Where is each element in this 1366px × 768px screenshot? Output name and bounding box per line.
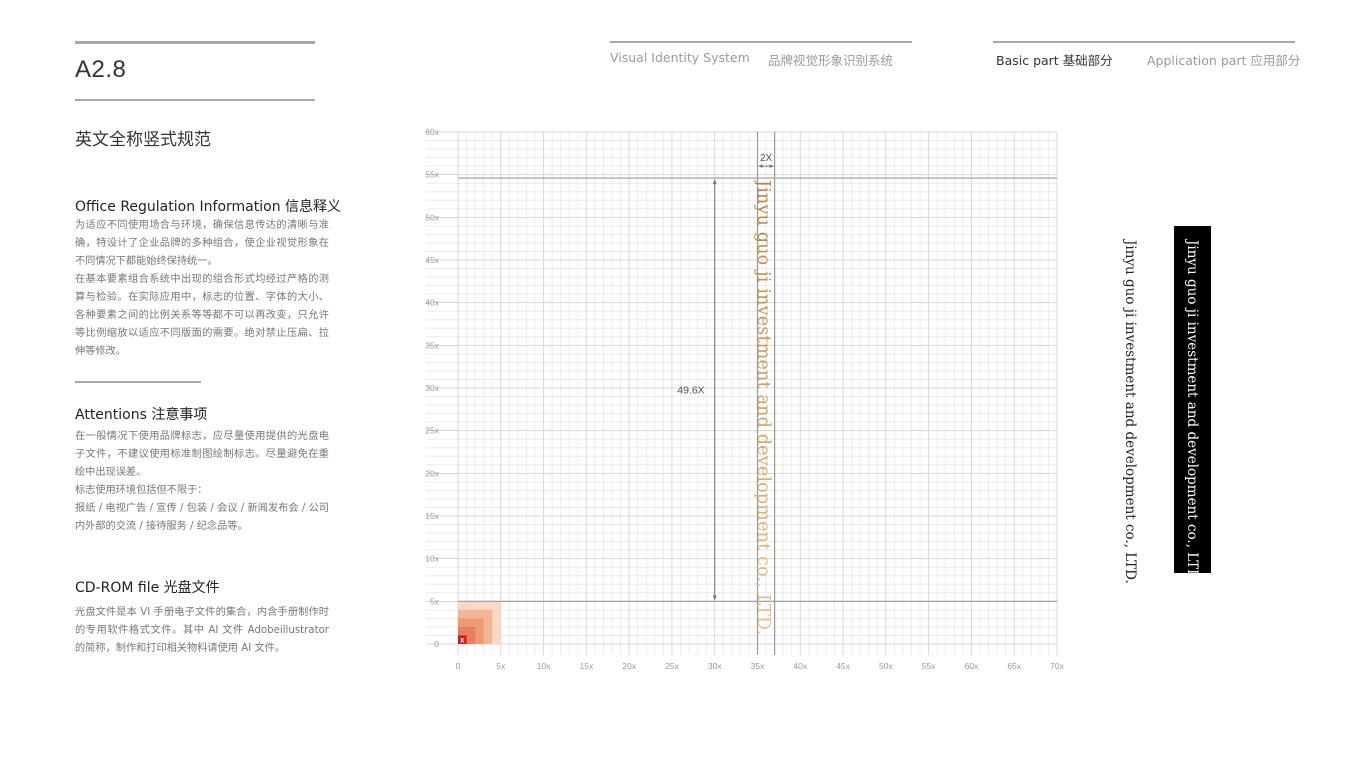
y-tick-label: 10x	[425, 554, 439, 564]
section-title-office: Office Regulation Information 信息释义	[75, 199, 342, 215]
x-tick-label: 45x	[836, 661, 850, 671]
y-tick-label: 30x	[425, 383, 439, 393]
x-tick-label: 30x	[708, 661, 722, 671]
nav-vis-en[interactable]: Visual Identity System	[610, 50, 750, 65]
nav-rule-vis	[610, 41, 912, 43]
section-title-attentions: Attentions 注意事项	[75, 407, 208, 423]
unit-square	[458, 635, 467, 644]
x-tick-label: 20x	[622, 661, 636, 671]
x-tick-label: 40x	[793, 661, 807, 671]
unit-square	[458, 601, 501, 644]
width-dimension-label: 2X	[760, 153, 773, 164]
grid-major-lines	[426, 131, 1058, 655]
nav-rule-parts	[993, 41, 1295, 43]
unit-square	[458, 626, 476, 644]
x-tick-labels: 0 5x 10x 15x 20x 25x 30x 35x 40x 45x 50x 55x 60x 65x 7…	[456, 661, 1065, 671]
y-tick-label: 15x	[425, 511, 439, 521]
page-code: A2.8	[75, 56, 127, 83]
x-tick-label: 35x	[751, 661, 765, 671]
x-tick-label: 5x	[496, 661, 506, 671]
unit-squares: x	[458, 601, 501, 645]
arrow-right-icon	[769, 164, 774, 169]
section-paragraph: 标志使用环境包括但不限于：	[75, 485, 208, 496]
y-tick-label: 5x	[430, 596, 440, 606]
y-tick-label: 50x	[425, 212, 439, 222]
section-body-office: 为适应不同使用场合与环境，确保信息传达的清晰与准确，特设计了企业品牌的多种组合，…	[75, 217, 329, 361]
y-tick-label: 35x	[425, 340, 439, 350]
x-tick-label: 25x	[665, 661, 679, 671]
nav-application-part[interactable]: Application part 应用部分	[1147, 50, 1300, 69]
section-body-attentions: 在一般情况下使用品牌标志，应尽量使用提供的光盘电子文件，不建议使用标准制图绘制标…	[75, 428, 329, 536]
vertical-logo-on-white: Jinyu guo ji investment and development …	[1122, 240, 1138, 584]
y-tick-label: 55x	[425, 170, 439, 180]
header-rule-top	[75, 41, 315, 44]
x-tick-label: 0	[456, 661, 461, 671]
y-tick-label: 60x	[425, 127, 439, 137]
section-body-cdrom: 光盘文件是本 VI 手册电子文件的集合，内含手册制作时的专用软件格式文件。其中 …	[75, 604, 329, 658]
y-tick-label: 0	[434, 639, 439, 649]
y-tick-label: 25x	[425, 426, 439, 436]
y-tick-labels: 0 5x 10x 15x 20x 25x 30x 35x 40x 45x 50x 55x 60x	[425, 127, 439, 649]
vertical-logo-on-black: Jinyu guo ji investment and development …	[1184, 240, 1200, 584]
section-paragraph: 光盘文件是本 VI 手册电子文件的集合，内含手册制作时的专用软件格式文件。其中 …	[75, 607, 329, 654]
unit-square	[458, 609, 493, 644]
y-tick-label: 20x	[425, 468, 439, 478]
section-paragraph: 在基本要素组合系统中出现的组合形式均经过严格的测算与检验。在实际应用中，标志的位…	[75, 274, 329, 357]
unit-square	[458, 618, 484, 644]
section-paragraph: 报纸 / 电视广告 / 宣传 / 包装 / 会议 / 新闻发布会 / 公司内外部…	[75, 503, 329, 532]
y-tick-label: 45x	[425, 255, 439, 265]
section-paragraph: 在一般情况下使用品牌标志，应尽量使用提供的光盘电子文件，不建议使用标准制图绘制标…	[75, 431, 329, 478]
arrow-down-icon	[712, 595, 717, 601]
unit-square-label: x	[460, 636, 465, 645]
section-title-cdrom: CD-ROM file 光盘文件	[75, 580, 220, 596]
arrow-left-icon	[758, 164, 763, 169]
height-dimension-label: 49.6X	[677, 385, 704, 397]
section-divider	[75, 381, 201, 383]
header-rule-bottom	[75, 99, 315, 101]
page-title: 英文全称竖式规范	[75, 130, 211, 150]
vertical-logo-on-grid: Jinyu guo ji investment and development …	[753, 180, 773, 636]
x-tick-label: 50x	[879, 661, 893, 671]
x-tick-label: 10x	[537, 661, 551, 671]
arrow-up-icon	[712, 179, 717, 185]
section-paragraph: 为适应不同使用场合与环境，确保信息传达的清晰与准确，特设计了企业品牌的多种组合，…	[75, 220, 329, 267]
y-tick-label: 40x	[425, 298, 439, 308]
x-tick-label: 15x	[579, 661, 593, 671]
nav-vis-cn[interactable]: 品牌视觉形象识别系统	[768, 50, 893, 69]
x-tick-label: 70x	[1050, 661, 1064, 671]
x-tick-label: 65x	[1007, 661, 1021, 671]
x-tick-label: 55x	[922, 661, 936, 671]
nav-basic-part[interactable]: Basic part 基础部分	[996, 50, 1113, 69]
x-tick-label: 60x	[965, 661, 979, 671]
grid-minor-lines	[426, 132, 1057, 655]
